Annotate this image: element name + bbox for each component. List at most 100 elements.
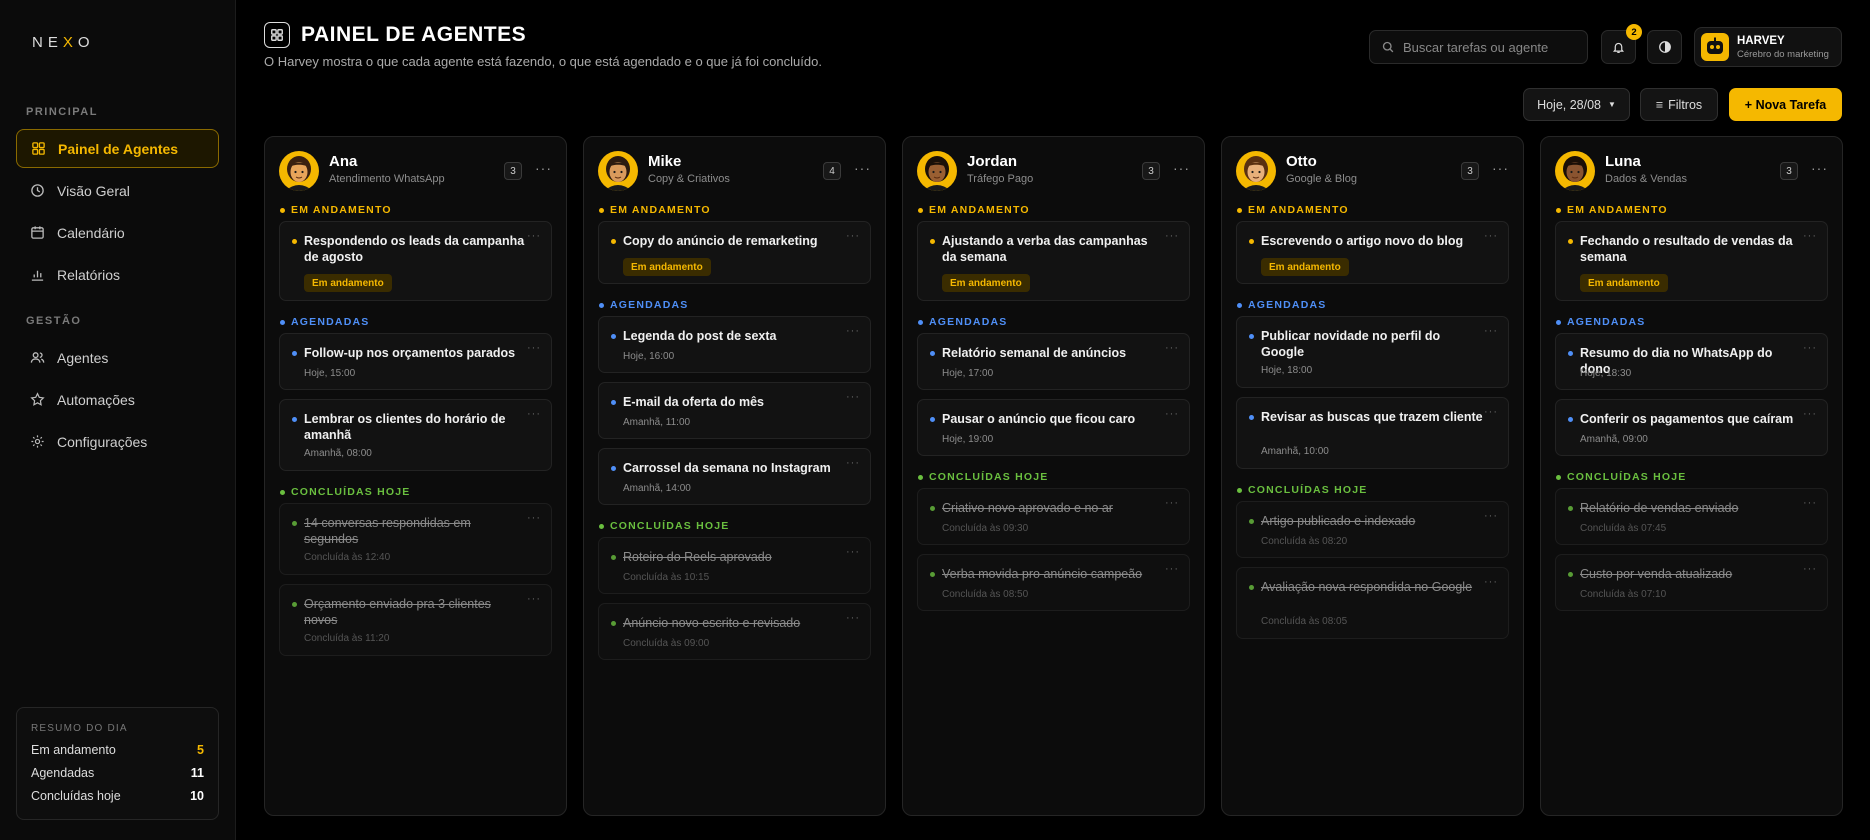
theme-toggle-button[interactable] [1647,30,1682,64]
task-title: Artigo publicado e indexado [1261,514,1416,528]
task-card[interactable]: Resumo do dia no WhatsApp do dono ··· Hoje… [1555,333,1828,390]
more-options-icon[interactable]: ··· [527,512,541,524]
task-card[interactable]: Revisar as buscas que trazem cliente ··· A… [1236,397,1509,469]
status-dot [1249,585,1254,590]
task-card[interactable]: Pausar o anúncio que ficou caro ··· Hoje, … [917,399,1190,456]
status-dot [1249,239,1254,244]
sidebar-item-agentes[interactable]: Agentes [16,338,219,377]
more-options-icon[interactable]: ··· [1165,408,1179,420]
profile-menu[interactable]: HARVEY Cérebro do marketing [1694,27,1842,67]
more-options-icon[interactable]: ··· [1165,563,1179,575]
sidebar-item-visao-geral[interactable]: Visão Geral [16,171,219,210]
date-filter-dropdown[interactable]: Hoje, 28/08 ▼ [1523,88,1630,121]
more-options-icon[interactable]: ··· [1484,576,1498,588]
more-options-icon[interactable]: ··· [527,408,541,420]
nexo-logo[interactable]: NEXO [32,34,95,51]
more-options-icon[interactable]: ··· [1811,160,1828,176]
sidebar-item-painel[interactable]: Painel de Agentes [16,129,219,168]
more-options-icon[interactable]: ··· [527,230,541,242]
section-label-text: AGENDADAS [929,316,1008,328]
more-options-icon[interactable]: ··· [1484,325,1498,337]
agent-column: Mike Copy & Criativos 4 ··· EM ANDAMENTO Copy… [583,136,886,816]
task-card[interactable]: Conferir os pagamentos que caíram ··· Aman… [1555,399,1828,456]
status-dot [292,521,297,526]
search-placeholder: Buscar tarefas ou agente [1403,39,1549,55]
task-card[interactable]: Legenda do post de sexta ··· Hoje, 16:00 [598,316,871,373]
task-card[interactable]: Orçamento enviado pra 3 clientes novos ··… [279,584,552,656]
more-options-icon[interactable]: ··· [1165,342,1179,354]
task-card[interactable]: Roteiro do Reels aprovado ··· Concluída às… [598,537,871,594]
status-dot [918,207,923,213]
task-card[interactable]: Anúncio novo escrito e revisado ··· Conclu… [598,603,871,660]
task-title: E-mail da oferta do mês [623,395,765,409]
more-options-icon[interactable]: ··· [846,230,860,242]
more-options-icon[interactable]: ··· [1803,408,1817,420]
task-title: Fechando o resultado de vendas da semana [1580,234,1793,264]
more-options-icon[interactable]: ··· [1173,160,1190,176]
more-options-icon[interactable]: ··· [1803,230,1817,242]
more-options-icon[interactable]: ··· [846,612,860,624]
task-card[interactable]: Follow-up nos orçamentos parados ··· Hoje,… [279,333,552,390]
more-options-icon[interactable]: ··· [846,546,860,558]
task-title: Publicar novidade no perfil do Google [1261,329,1441,359]
sidebar-item-relatorios[interactable]: Relatórios [16,255,219,294]
task-card[interactable]: Custo por venda atualizado ··· Concluída à… [1555,554,1828,611]
task-title: Lembrar os clientes do horário de amanhã [304,412,506,442]
task-card[interactable]: Verba movida pro anúncio campeão ··· Concl… [917,554,1190,611]
more-options-icon[interactable]: ··· [1492,160,1509,176]
filters-button[interactable]: ≡ Filtros [1640,88,1718,121]
sidebar-item-calendario[interactable]: Calendário [16,213,219,252]
sidebar-item-automacoes[interactable]: Automações [16,380,219,419]
task-card[interactable]: Relatório semanal de anúncios ··· Hoje, 17… [917,333,1190,390]
more-options-icon[interactable]: ··· [527,593,541,605]
status-dot [611,400,616,405]
section-label-text: CONCLUÍDAS HOJE [610,520,730,532]
task-card[interactable]: Fechando o resultado de vendas da semana… [1555,221,1828,301]
task-card[interactable]: E-mail da oferta do mês ··· Amanhã, 11:00 [598,382,871,439]
status-pill: Em andamento [304,274,392,292]
more-options-icon[interactable]: ··· [846,391,860,403]
more-options-icon[interactable]: ··· [1803,563,1817,575]
more-options-icon[interactable]: ··· [1803,342,1817,354]
task-title: Relatório de vendas enviado [1580,501,1739,515]
section-label-text: AGENDADAS [1567,316,1646,328]
notifications-button[interactable]: 2 [1601,24,1642,64]
task-card[interactable]: Copy do anúncio de remarketing ··· Em anda… [598,221,871,284]
more-options-icon[interactable]: ··· [1165,497,1179,509]
task-time: Concluída às 09:00 [623,638,710,649]
more-options-icon[interactable]: ··· [1484,510,1498,522]
task-card[interactable]: Ajustando a verba das campanhas da seman… [917,221,1190,301]
more-options-icon[interactable]: ··· [846,325,860,337]
more-options-icon[interactable]: ··· [846,457,860,469]
task-card[interactable]: Escrevendo o artigo novo do blog ··· Em an… [1236,221,1509,284]
task-title: Relatório semanal de anúncios [942,346,1127,360]
status-dot [1237,302,1242,308]
task-card[interactable]: Lembrar os clientes do horário de amanhã… [279,399,552,471]
more-options-icon[interactable]: ··· [1803,497,1817,509]
status-dot [930,239,935,244]
more-options-icon[interactable]: ··· [1484,230,1498,242]
search-input[interactable]: Buscar tarefas ou agente [1369,30,1588,64]
more-options-icon[interactable]: ··· [1165,230,1179,242]
task-card[interactable]: Publicar novidade no perfil do Google ···… [1236,316,1509,388]
more-options-icon[interactable]: ··· [527,342,541,354]
more-options-icon[interactable]: ··· [535,160,552,176]
more-options-icon[interactable]: ··· [1484,406,1498,418]
task-card[interactable]: Artigo publicado e indexado ··· Concluída … [1236,501,1509,558]
section-label-text: CONCLUÍDAS HOJE [1567,471,1687,483]
filter-icon: ≡ [1655,97,1664,112]
task-card[interactable]: Criativo novo aprovado e no ar ··· Concluí… [917,488,1190,545]
new-task-button[interactable]: + Nova Tarefa [1729,88,1842,121]
more-options-icon[interactable]: ··· [854,160,871,176]
section-label-text: EM ANDAMENTO [1248,204,1349,216]
page-subtitle: O Harvey mostra o que cada agente está f… [264,54,822,69]
section-in-progress-label: EM ANDAMENTO [599,204,711,216]
task-card[interactable]: Relatório de vendas enviado ··· Concluída … [1555,488,1828,545]
task-card[interactable]: Respondendo os leads da campanha de agos… [279,221,552,301]
task-card[interactable]: 14 conversas respondidas em segundos ··· C… [279,503,552,575]
status-dot [611,334,616,339]
task-card[interactable]: Carrossel da semana no Instagram ··· Amanh… [598,448,871,505]
section-label-text: AGENDADAS [291,316,370,328]
sidebar-item-configuracoes[interactable]: Configurações [16,422,219,461]
task-card[interactable]: Avaliação nova respondida no Google ··· Co… [1236,567,1509,639]
